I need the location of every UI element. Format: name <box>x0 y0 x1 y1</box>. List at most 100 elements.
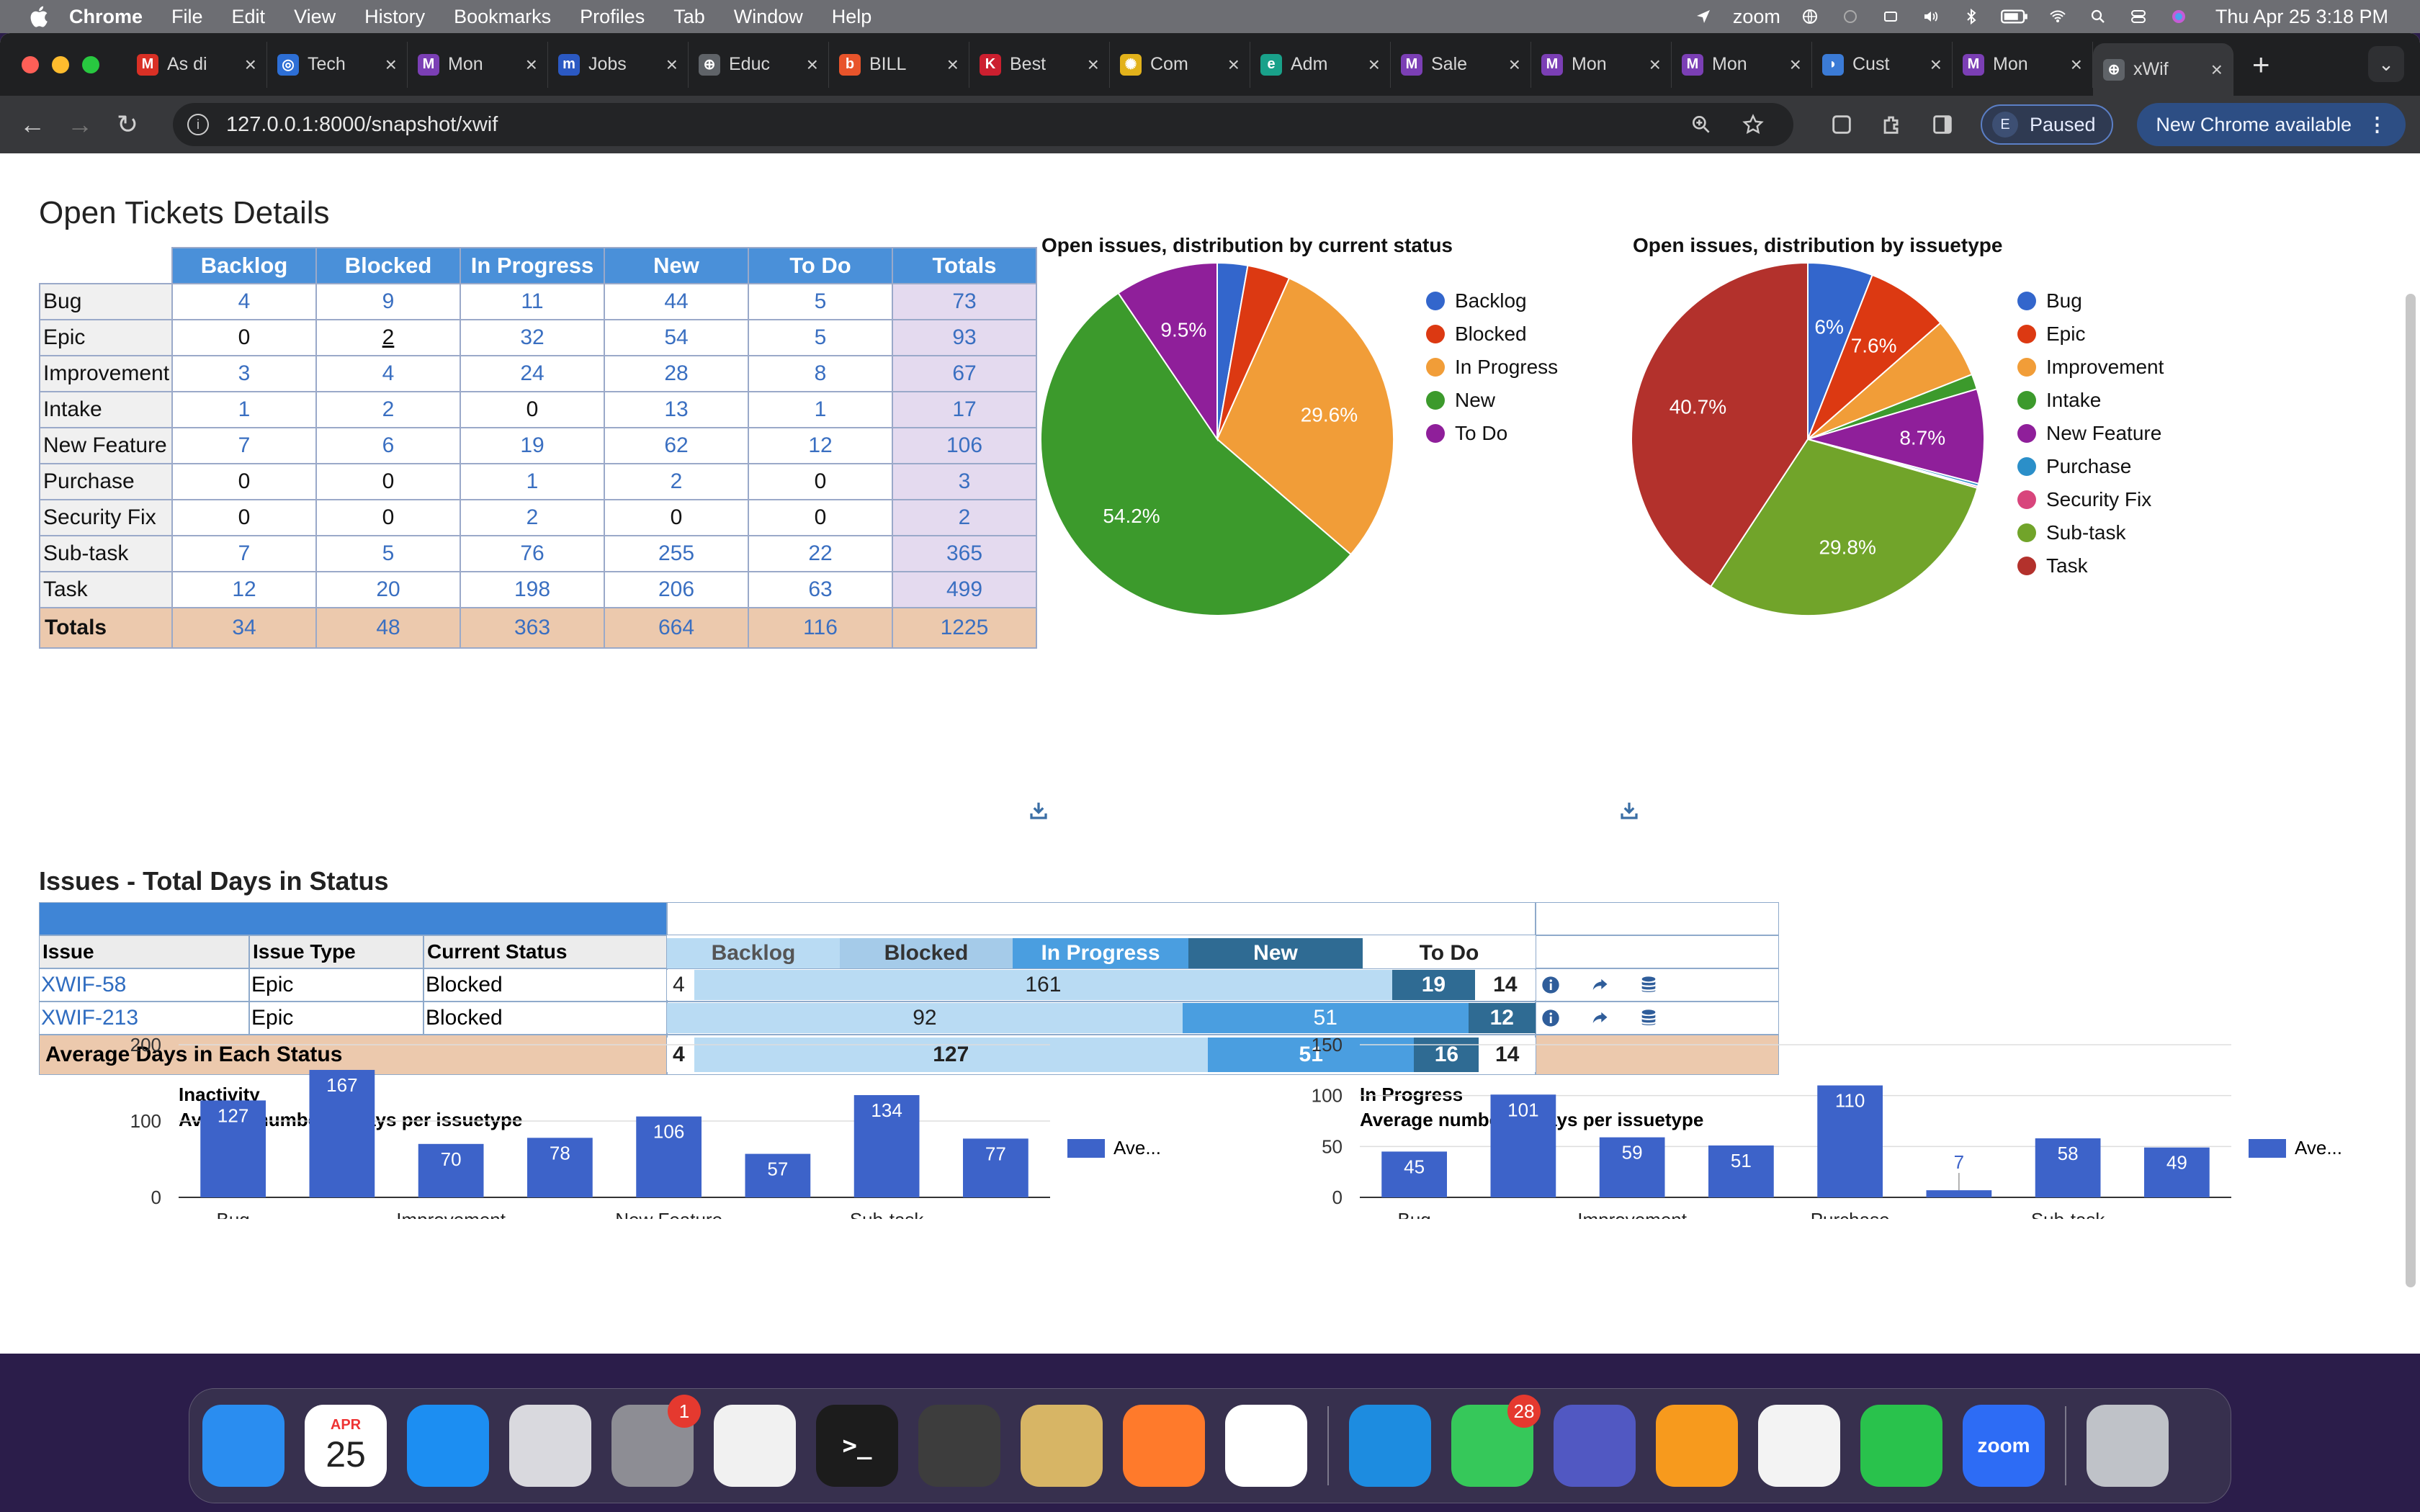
table-cell[interactable]: 12 <box>171 571 317 608</box>
stage-manager-icon[interactable] <box>1880 8 1901 25</box>
table-cell[interactable]: 20 <box>315 571 461 608</box>
menu-help[interactable]: Help <box>832 6 872 28</box>
wifi-icon[interactable] <box>2047 8 2069 25</box>
dock-app-launchpad-icon[interactable] <box>509 1405 591 1487</box>
bar[interactable] <box>1926 1190 1992 1197</box>
dock-app-chrome-icon[interactable] <box>1225 1405 1307 1487</box>
table-cell[interactable]: 28 <box>604 355 749 392</box>
forward-button[interactable]: → <box>56 109 104 140</box>
bluetooth-icon[interactable] <box>1960 8 1982 25</box>
tab-close-icon[interactable]: × <box>1228 53 1240 76</box>
table-cell[interactable]: 6 <box>315 427 461 464</box>
minimize-window-button[interactable] <box>52 55 69 73</box>
table-cell[interactable]: 4 <box>315 355 461 392</box>
dock-app-terminal-icon[interactable]: >_ <box>816 1405 898 1487</box>
tab-close-icon[interactable]: × <box>947 53 959 76</box>
new-tab-button[interactable]: + <box>2252 48 2270 82</box>
back-button[interactable]: ← <box>9 109 56 140</box>
browser-tab[interactable]: M Mon × <box>1531 41 1672 88</box>
dock-app-app-store-icon[interactable] <box>407 1405 489 1487</box>
table-cell[interactable]: 3 <box>171 355 317 392</box>
table-cell[interactable]: 17 <box>892 391 1037 428</box>
kebab-menu-icon[interactable]: ⋮ <box>2367 114 2387 136</box>
tab-close-icon[interactable]: × <box>807 53 818 76</box>
tab-close-icon[interactable]: × <box>245 53 256 76</box>
table-cell[interactable]: 5 <box>315 535 461 572</box>
tab-close-icon[interactable]: × <box>666 53 678 76</box>
menu-bookmarks[interactable]: Bookmarks <box>454 6 551 28</box>
tab-close-icon[interactable]: × <box>385 53 397 76</box>
tab-close-icon[interactable]: × <box>1509 53 1520 76</box>
browser-tab[interactable]: M Mon × <box>1953 41 2093 88</box>
table-cell[interactable]: 2 <box>315 391 461 428</box>
table-cell[interactable]: 54 <box>604 319 749 356</box>
table-cell[interactable]: 2 <box>460 499 605 536</box>
browser-tab[interactable]: M Sale × <box>1391 41 1531 88</box>
table-cell[interactable]: 1 <box>460 463 605 500</box>
table-cell[interactable]: 44 <box>604 283 749 320</box>
table-cell[interactable]: 255 <box>604 535 749 572</box>
bookmark-star-icon[interactable] <box>1742 113 1765 136</box>
vertical-scrollbar[interactable] <box>2406 294 2416 1287</box>
tab-close-icon[interactable]: × <box>1368 53 1380 76</box>
menu-app-chrome[interactable]: Chrome <box>69 6 143 28</box>
table-cell[interactable]: 5 <box>748 319 893 356</box>
totals-cell[interactable]: 363 <box>460 607 605 649</box>
dock-app-preview-icon[interactable] <box>714 1405 796 1487</box>
menu-file[interactable]: File <box>171 6 203 28</box>
dock-app-firefox-icon[interactable] <box>1123 1405 1205 1487</box>
site-info-icon[interactable]: i <box>187 114 209 135</box>
legend-item[interactable]: Task <box>2017 549 2164 582</box>
legend-item[interactable]: Bug <box>2017 284 2164 318</box>
table-cell[interactable]: 93 <box>892 319 1037 356</box>
menu-profiles[interactable]: Profiles <box>580 6 645 28</box>
browser-tab[interactable]: m Jobs × <box>548 41 689 88</box>
menu-history[interactable]: History <box>364 6 425 28</box>
table-cell[interactable]: 73 <box>892 283 1037 320</box>
legend-item[interactable]: To Do <box>1426 417 1558 450</box>
zoom-status-label[interactable]: zoom <box>1733 6 1780 28</box>
close-window-button[interactable] <box>22 55 39 73</box>
table-cell[interactable]: 19 <box>460 427 605 464</box>
browser-tab[interactable]: ✺ Com × <box>1110 41 1250 88</box>
spiral-icon[interactable] <box>1839 8 1861 25</box>
totals-cell[interactable]: 116 <box>748 607 893 649</box>
dock-app-messages-icon[interactable]: 28 <box>1451 1395 1541 1487</box>
dock-app-whatsapp-icon[interactable] <box>1860 1405 1942 1487</box>
table-cell[interactable]: 63 <box>748 571 893 608</box>
extension-icon[interactable] <box>1829 112 1854 137</box>
table-cell[interactable]: 2 <box>892 499 1037 536</box>
table-cell[interactable]: 499 <box>892 571 1037 608</box>
tab-close-icon[interactable]: × <box>1649 53 1661 76</box>
tab-close-icon[interactable]: × <box>1930 53 1942 76</box>
browser-tab[interactable]: ⊕ xWif × <box>2093 42 2233 96</box>
table-cell[interactable]: 1 <box>171 391 317 428</box>
totals-cell[interactable]: 1225 <box>892 607 1037 649</box>
table-cell[interactable]: 32 <box>460 319 605 356</box>
tab-search-button[interactable]: ⌄ <box>2368 46 2404 82</box>
browser-tab[interactable]: ◗ Cust × <box>1812 41 1953 88</box>
totals-cell[interactable]: 34 <box>171 607 317 649</box>
apple-icon[interactable] <box>27 4 49 29</box>
table-cell[interactable]: 13 <box>604 391 749 428</box>
legend-item[interactable]: New <box>1426 384 1558 417</box>
update-chrome-button[interactable]: New Chrome available ⋮ <box>2137 103 2406 146</box>
table-cell[interactable]: 1 <box>748 391 893 428</box>
table-cell[interactable]: 206 <box>604 571 749 608</box>
table-cell[interactable]: 106 <box>892 427 1037 464</box>
side-panel-icon[interactable] <box>1930 112 1955 137</box>
menu-view[interactable]: View <box>294 6 336 28</box>
table-cell[interactable]: 12 <box>748 427 893 464</box>
download-icon[interactable] <box>1615 800 1644 822</box>
clock[interactable]: Thu Apr 25 3:18 PM <box>2215 6 2388 28</box>
tab-close-icon[interactable]: × <box>1088 53 1099 76</box>
table-cell[interactable]: 3 <box>892 463 1037 500</box>
table-cell[interactable]: 8 <box>748 355 893 392</box>
dock-app-photos-icon[interactable] <box>1758 1405 1840 1487</box>
puzzle-extensions-icon[interactable] <box>1880 112 1904 137</box>
browser-tab[interactable]: ⊕ Educ × <box>689 41 829 88</box>
table-cell[interactable]: 5 <box>748 283 893 320</box>
location-arrow-icon[interactable] <box>1693 8 1714 25</box>
table-cell[interactable]: 4 <box>171 283 317 320</box>
table-cell[interactable]: 2 <box>604 463 749 500</box>
